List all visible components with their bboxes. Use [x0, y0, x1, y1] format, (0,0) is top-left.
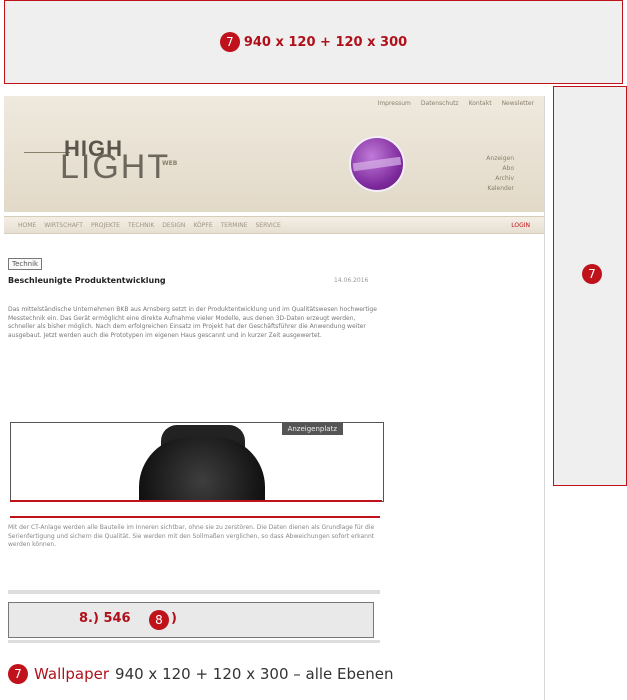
caption-text: 940 x 120 + 120 x 300 – alle Ebenen — [115, 665, 394, 683]
login-link[interactable]: Login — [511, 222, 530, 229]
logo-light-text: LIGHT — [60, 148, 171, 186]
divider — [8, 640, 380, 643]
hero-label: Anzeigenplatz — [281, 423, 343, 435]
top-link[interactable]: Impressum — [378, 100, 411, 107]
product-shape — [139, 437, 265, 501]
header-link[interactable]: Kalender — [486, 184, 514, 194]
nav-item[interactable]: Service — [256, 222, 281, 229]
nav-item[interactable]: Technik — [128, 222, 154, 229]
site-header: Impressum Datenschutz Kontakt Newsletter… — [4, 96, 544, 212]
caption: 7 Wallpaper 940 x 120 + 120 x 300 – alle… — [8, 664, 394, 684]
header-link[interactable]: Archiv — [486, 174, 514, 184]
promo-circle-badge[interactable] — [349, 136, 405, 192]
header-link[interactable]: Abo — [486, 164, 514, 174]
red-divider — [10, 500, 382, 502]
number-badge: 7 — [582, 264, 602, 284]
banner-8-label-tail: ) — [171, 611, 177, 626]
top-link[interactable]: Kontakt — [469, 100, 492, 107]
wallpaper-skyscraper: 7 — [553, 86, 627, 486]
number-badge: 8 — [149, 610, 169, 630]
article-date: 14.06.2016 — [334, 277, 369, 284]
nav-item[interactable]: Home — [18, 222, 36, 229]
nav-item[interactable]: Termine — [221, 222, 248, 229]
main-nav: Home Wirtschaft Projekte Technik Design … — [4, 216, 544, 234]
nav-item[interactable]: Projekte — [91, 222, 120, 229]
header-side-links: Anzeigen Abo Archiv Kalender — [486, 154, 514, 194]
number-badge: 7 — [8, 664, 28, 684]
website-mockup: Impressum Datenschutz Kontakt Newsletter… — [4, 96, 545, 700]
banner-size-label: 940 x 120 + 120 x 300 — [243, 34, 408, 50]
article-body-lower: Mit der CT-Anlage werden alle Bauteile i… — [8, 524, 375, 548]
top-link[interactable]: Newsletter — [502, 100, 534, 107]
article-title[interactable]: Beschleunigte Produktentwicklung — [8, 276, 166, 285]
nav-item[interactable]: Wirtschaft — [44, 222, 83, 229]
caption-accent: Wallpaper — [34, 665, 110, 683]
article-tag[interactable]: Technik — [8, 258, 43, 270]
logo-web-text: WEB — [162, 160, 178, 167]
ad-banner-8: 8.) 546 8 ) — [8, 602, 374, 638]
article-body: Das mittelständische Unternehmen BKB aus… — [8, 306, 377, 339]
red-divider — [10, 516, 380, 518]
banner-8-label: 8.) 546 — [79, 611, 131, 626]
top-link[interactable]: Datenschutz — [421, 100, 459, 107]
nav-item[interactable]: Design — [162, 222, 185, 229]
top-links: Impressum Datenschutz Kontakt Newsletter — [378, 100, 534, 107]
number-badge: 7 — [219, 32, 240, 52]
badge-ribbon — [352, 156, 402, 172]
header-link[interactable]: Anzeigen — [486, 154, 514, 164]
wallpaper-top-banner: 7 940 x 120 + 120 x 300 — [4, 0, 623, 84]
divider — [8, 590, 380, 594]
article-hero-image: Anzeigenplatz — [10, 422, 384, 502]
nav-item[interactable]: Köpfe — [193, 222, 212, 229]
